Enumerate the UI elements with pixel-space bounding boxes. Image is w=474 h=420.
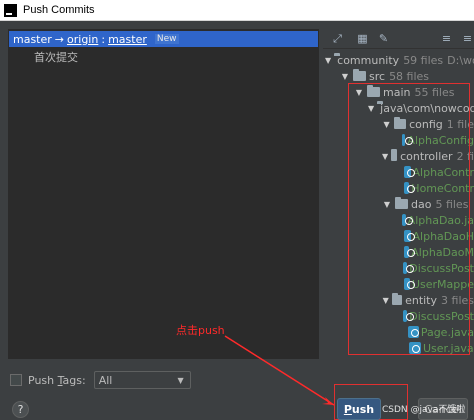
intellij-icon [4,3,17,17]
push-tags-row: Push Tags: All ▼ [10,370,191,390]
chevron-down-icon: ▼ [177,376,184,385]
expand-arrow-icon[interactable]: ▼ [368,104,374,113]
tree-node-package[interactable]: ▼ java\com\nowcod [323,100,474,116]
folder-icon [367,85,380,97]
class-icon [402,310,416,322]
new-badge: New [154,34,179,44]
class-icon [401,134,412,146]
annotation-text: 点击push [176,324,225,337]
file-tree: ▼ community 59 files D:\wor ▼ src 58 fil… [323,52,474,356]
local-branch: master [13,32,52,46]
push-tags-checkbox[interactable] [10,374,22,386]
class-icon [409,342,421,354]
tree-node-src[interactable]: ▼ src 58 files [323,68,474,84]
class-icon [402,214,413,226]
tree-file[interactable]: AlphaContr [323,164,474,180]
tree-node-community[interactable]: ▼ community 59 files D:\wor [323,52,474,68]
folder-icon [392,293,403,305]
remote-branch-link[interactable]: master [108,33,147,46]
remote-link[interactable]: origin [67,33,98,46]
help-button[interactable]: ? [12,401,29,418]
remote-separator: : [101,32,106,46]
tree-file[interactable]: AlphaDao.ja [323,212,474,228]
changes-toolbar: ⤢ ▦ ✎ ≡ ≡ [323,29,474,49]
edit-icon[interactable]: ✎ [377,32,390,46]
class-icon [403,182,414,194]
expand-arrow-icon[interactable]: ▼ [354,88,364,97]
folder-icon [391,149,398,161]
tree-node-controller[interactable]: ▼ controller 2 fi [323,148,474,164]
tree-node-entity[interactable]: ▼ entity 3 files [323,292,474,308]
class-icon [403,278,415,290]
tree-file[interactable]: Page.java [323,324,474,340]
commits-panel: master → origin : master New 首次提交 [8,29,319,359]
expand-arrow-icon[interactable]: ▼ [382,152,388,161]
expand-icon[interactable]: ⤢ [331,32,344,46]
tree-node-dao[interactable]: ▼ dao 5 files [323,196,474,212]
tree-file[interactable]: HomeContr [323,180,474,196]
tree-file[interactable]: AlphaDaoM [323,244,474,260]
commit-branch-row[interactable]: master → origin : master New [9,31,318,47]
group-icon[interactable]: ▦ [356,32,369,46]
tree-file[interactable]: User.java [323,340,474,356]
folder-icon [395,197,408,209]
commit-message[interactable]: 首次提交 [34,49,78,65]
push-button[interactable]: Push [337,398,381,420]
class-icon [403,246,414,258]
expand-arrow-icon[interactable]: ▼ [340,72,350,81]
expand-arrow-icon[interactable]: ▼ [382,200,392,209]
expand-arrow-icon[interactable]: ▼ [325,56,331,65]
folder-icon [353,69,366,81]
tree-node-main[interactable]: ▼ main 55 files [323,84,474,100]
expand-arrow-icon[interactable]: ▼ [382,296,389,305]
changes-panel: ⤢ ▦ ✎ ≡ ≡ ▼ community 59 files D:\wor ▼ … [323,29,474,359]
window-title: Push Commits [23,4,95,16]
expand-all-icon[interactable]: ≡ [440,32,453,46]
tags-select[interactable]: All ▼ [93,371,191,389]
collapse-all-icon[interactable]: ≡ [461,32,474,46]
push-arrow: → [54,32,65,46]
watermark: CSDN @java不饿啦 [382,405,466,415]
tree-file[interactable]: UserMappe [323,276,474,292]
tree-file[interactable]: AlphaConfig [323,132,474,148]
class-icon [402,262,416,274]
expand-arrow-icon[interactable]: ▼ [382,120,391,129]
tree-node-config[interactable]: ▼ config 1 file [323,116,474,132]
tree-file[interactable]: AlphaDaoH [323,228,474,244]
tree-file[interactable]: DiscussPost [323,308,474,324]
title-bar: Push Commits [0,0,474,21]
class-icon [404,166,416,178]
folder-icon [394,117,407,129]
tree-file[interactable]: DiscussPost [323,260,474,276]
class-icon [404,230,416,242]
push-tags-label: Push Tags: [28,373,86,387]
class-icon [408,326,419,338]
